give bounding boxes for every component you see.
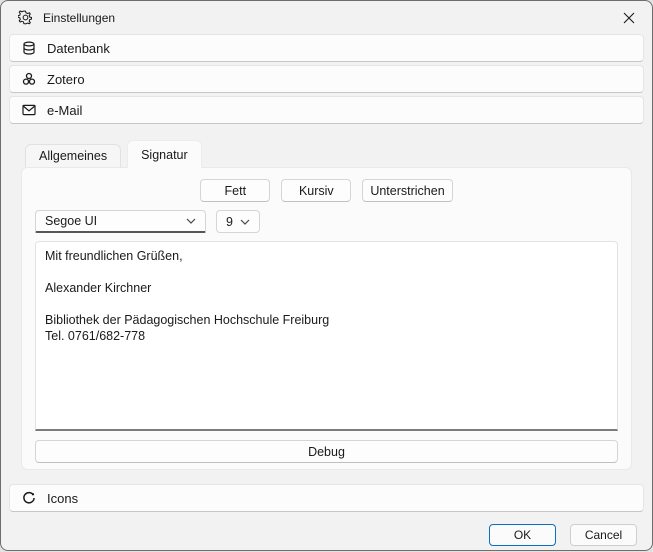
tab-allgemeines[interactable]: Allgemeines xyxy=(25,144,121,168)
expander-label: Zotero xyxy=(47,72,85,87)
titlebar: Einstellungen xyxy=(1,1,652,34)
database-icon xyxy=(21,41,36,55)
expander-label: Icons xyxy=(47,491,78,506)
expander-zotero[interactable]: Zotero xyxy=(9,65,644,93)
expander-icons[interactable]: Icons xyxy=(9,484,644,512)
footer: OK Cancel xyxy=(1,515,652,546)
italic-button[interactable]: Kursiv xyxy=(281,179,351,202)
chevron-down-icon xyxy=(240,219,250,225)
font-size-select[interactable]: 9 xyxy=(216,210,260,233)
tabstrip: Allgemeines Signatur xyxy=(25,140,652,168)
cancel-button[interactable]: Cancel xyxy=(570,524,637,546)
signature-textarea[interactable]: Mit freundlichen Grüßen, Alexander Kirch… xyxy=(35,241,618,431)
close-button[interactable] xyxy=(606,1,652,34)
email-icon xyxy=(21,104,36,116)
font-family-select[interactable]: Segoe UI xyxy=(35,210,206,233)
close-icon xyxy=(623,12,635,24)
window-title: Einstellungen xyxy=(43,11,115,25)
underline-button[interactable]: Unterstrichen xyxy=(362,179,452,202)
zotero-icon xyxy=(21,72,36,86)
font-size-value: 9 xyxy=(226,215,233,229)
bold-button[interactable]: Fett xyxy=(200,179,270,202)
debug-button[interactable]: Debug xyxy=(35,440,618,463)
font-row: Segoe UI 9 xyxy=(35,210,618,233)
settings-window: Einstellungen Datenbank xyxy=(0,0,653,551)
ok-button[interactable]: OK xyxy=(489,524,556,546)
tab-signatur[interactable]: Signatur xyxy=(127,140,202,168)
font-family-value: Segoe UI xyxy=(45,214,97,228)
expander-email[interactable]: e-Mail xyxy=(9,96,644,124)
expander-datenbank[interactable]: Datenbank xyxy=(9,34,644,62)
chevron-down-icon xyxy=(186,218,196,224)
sync-icon xyxy=(21,491,36,505)
format-button-row: Fett Kursiv Unterstrichen xyxy=(35,179,618,202)
expander-label: Datenbank xyxy=(47,41,110,56)
signatur-tab-panel: Fett Kursiv Unterstrichen Segoe UI 9 Mit… xyxy=(21,167,632,470)
gear-icon xyxy=(18,10,33,25)
expander-label: e-Mail xyxy=(47,103,82,118)
